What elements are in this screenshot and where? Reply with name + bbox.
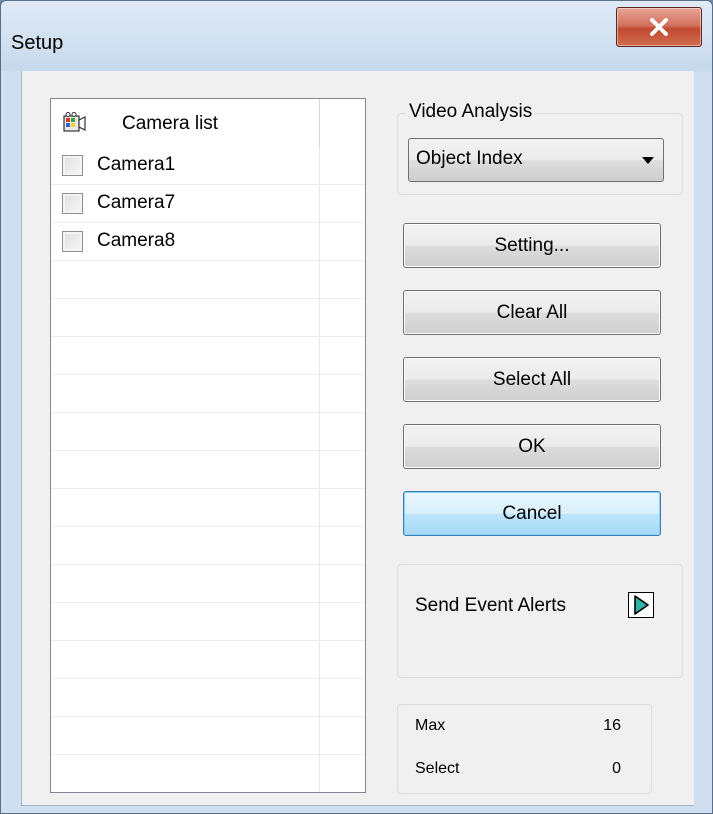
empty-row	[51, 299, 365, 337]
close-x-icon	[650, 18, 668, 36]
event-alerts-group	[397, 564, 683, 678]
close-button[interactable]	[616, 7, 702, 47]
empty-row	[51, 603, 365, 641]
camera-list-header-label: Camera list	[122, 113, 219, 134]
header-divider	[319, 99, 320, 147]
empty-row	[51, 641, 365, 679]
camera1-label: Camera1	[97, 154, 176, 175]
select-value: 0	[612, 760, 621, 777]
empty-row	[51, 261, 365, 299]
title-bar[interactable]: Setup	[1, 1, 712, 71]
setting-button[interactable]: Setting...	[403, 223, 661, 268]
video-analysis-label: Video Analysis	[406, 101, 536, 123]
select-all-button[interactable]: Select All	[403, 357, 661, 402]
video-analysis-selected: Object Index	[416, 148, 523, 169]
camera8-checkbox[interactable]	[62, 231, 83, 252]
max-value: 16	[603, 717, 621, 734]
camera-icon	[63, 112, 86, 132]
list-item-camera1[interactable]: Camera1	[51, 147, 365, 185]
empty-row	[51, 679, 365, 717]
empty-row	[51, 337, 365, 375]
empty-row	[51, 413, 365, 451]
cancel-button[interactable]: Cancel	[403, 491, 661, 536]
play-arrow-icon[interactable]	[628, 592, 654, 618]
camera8-label: Camera8	[97, 230, 176, 251]
camera7-label: Camera7	[97, 192, 176, 213]
clear-all-button[interactable]: Clear All	[403, 290, 661, 335]
camera7-checkbox[interactable]	[62, 193, 83, 214]
send-event-alerts-label: Send Event Alerts	[415, 595, 567, 616]
window-title: Setup	[11, 32, 64, 54]
dropdown-arrow-icon[interactable]	[642, 157, 654, 164]
setup-dialog: Setup Camera list Camera1 Camera7 Camera…	[0, 0, 713, 814]
select-label: Select	[415, 760, 460, 777]
video-analysis-dropdown[interactable]: Object Index	[408, 138, 664, 182]
ok-button[interactable]: OK	[403, 424, 661, 469]
empty-row	[51, 375, 365, 413]
list-item-camera7[interactable]: Camera7	[51, 185, 365, 223]
camera1-checkbox[interactable]	[62, 155, 83, 176]
camera-list[interactable]: Camera list Camera1 Camera7 Camera8	[50, 98, 366, 793]
empty-row	[51, 527, 365, 565]
empty-row	[51, 717, 365, 755]
empty-row	[51, 565, 365, 603]
empty-row	[51, 755, 365, 792]
camera-list-header[interactable]: Camera list	[51, 99, 365, 147]
empty-row	[51, 489, 365, 527]
dialog-client-area: Camera list Camera1 Camera7 Camera8 Vide…	[21, 71, 694, 806]
max-label: Max	[415, 717, 446, 734]
list-item-camera8[interactable]: Camera8	[51, 223, 365, 261]
empty-row	[51, 451, 365, 489]
